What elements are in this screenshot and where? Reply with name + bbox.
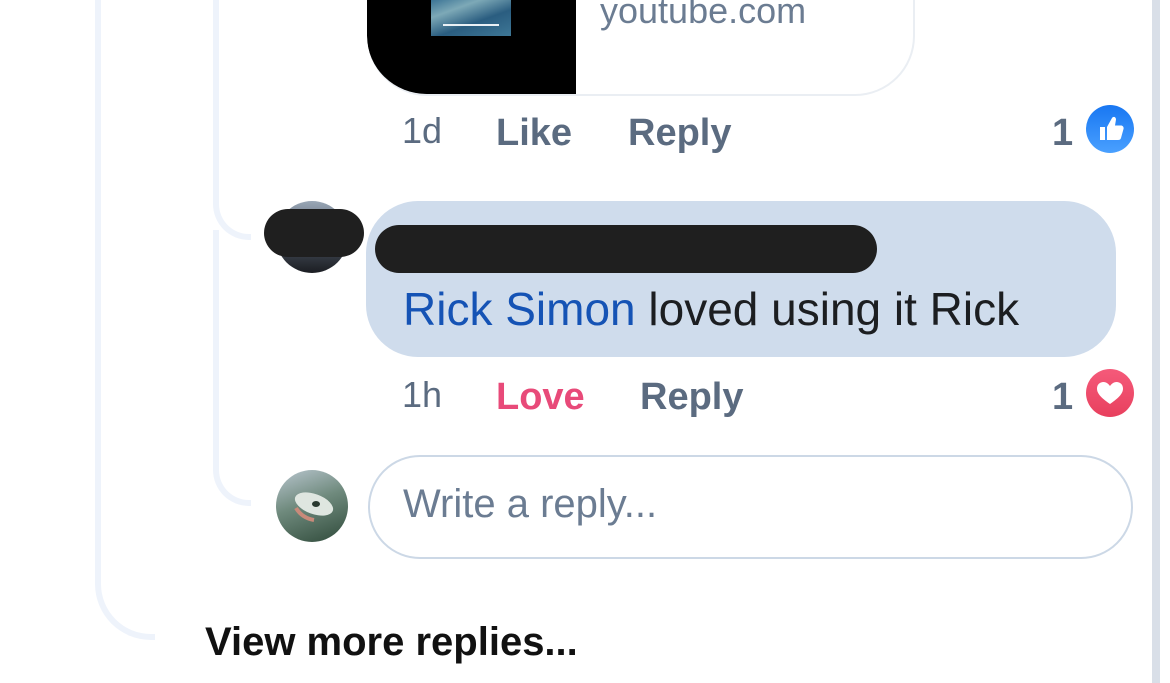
scrollbar[interactable] xyxy=(1152,0,1160,683)
reply-input-placeholder: Write a reply... xyxy=(403,482,658,526)
view-more-replies-link[interactable]: View more replies... xyxy=(205,620,578,665)
comment-body: loved using it Rick xyxy=(635,283,1020,335)
comment-text: Rick Simon loved using it Rick xyxy=(403,282,1019,336)
heart-icon[interactable] xyxy=(1086,369,1134,417)
link-thumbnail xyxy=(367,0,576,94)
current-user-avatar[interactable] xyxy=(276,470,348,542)
reply-guide-line xyxy=(213,0,251,240)
mention-link[interactable]: Rick Simon xyxy=(403,283,636,335)
reaction-count[interactable]: 1 xyxy=(1052,376,1073,419)
comment-time: 1d xyxy=(402,110,443,151)
like-button[interactable]: Like xyxy=(496,112,572,155)
reaction-count[interactable]: 1 xyxy=(1052,112,1073,155)
link-preview-card[interactable]: youtube.com xyxy=(367,0,915,96)
reply-button[interactable]: Reply xyxy=(640,376,743,419)
thread-guide-line xyxy=(95,0,155,640)
reply-guide-line xyxy=(213,230,251,506)
comment-time: 1h xyxy=(402,374,443,415)
like-icon[interactable] xyxy=(1086,105,1134,153)
reply-button[interactable]: Reply xyxy=(628,112,731,155)
redaction-mark xyxy=(264,209,364,257)
love-button[interactable]: Love xyxy=(496,376,585,419)
link-domain: youtube.com xyxy=(600,0,807,31)
redacted-author-name xyxy=(375,225,877,273)
map-thumbnail-image xyxy=(431,0,511,36)
